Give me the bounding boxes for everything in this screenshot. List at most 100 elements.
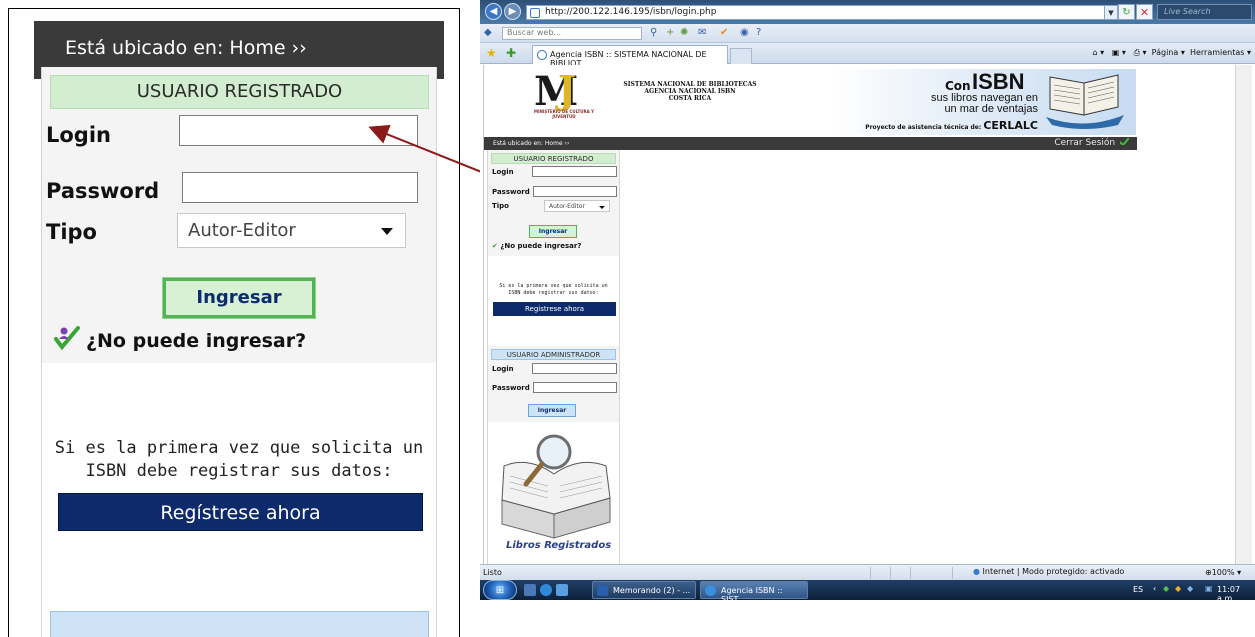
url-dropdown-icon[interactable]: ▼ xyxy=(1104,5,1118,20)
zone-text: Internet | Modo protegido: activado xyxy=(982,567,1125,576)
url-text: http://200.122.146.195/isbn/login.php xyxy=(545,7,717,17)
page-registered-title: USUARIO REGISTRADO xyxy=(491,153,616,164)
taskbar-item-label: Agencia ISBN :: SIST... xyxy=(721,586,783,604)
ie-tab-icon xyxy=(537,50,547,60)
tray-expand-icon[interactable]: ‹ xyxy=(1153,584,1156,593)
help-icon[interactable]: ? xyxy=(756,27,761,38)
organization-name: SISTEMA NACIONAL DE BIBLIOTECAS AGENCIA … xyxy=(600,81,780,102)
ie-icon xyxy=(705,585,716,596)
admin-password-label: Password xyxy=(492,384,530,392)
info-line-2: ISBN debe registrar sus datos: xyxy=(85,461,393,481)
admin-ingresar-button[interactable]: Ingresar xyxy=(528,404,576,417)
url-bar[interactable]: http://200.122.146.195/isbn/login.php xyxy=(526,5,1106,20)
tray-volume-icon[interactable]: ▣ xyxy=(1205,584,1213,593)
org-line-3: COSTA RICA xyxy=(668,95,712,102)
print-icon[interactable]: ⎙ ▾ xyxy=(1134,48,1147,57)
live-search-input[interactable]: Live Search xyxy=(1157,4,1252,20)
admin-login-label: Login xyxy=(492,365,514,373)
stop-icon[interactable]: ✕ xyxy=(1136,4,1153,20)
windows-taskbar: ⊞ Memorando (2) - ... Agencia ISBN :: SI… xyxy=(480,580,1255,604)
favorites-star-icon[interactable]: ★ xyxy=(486,46,497,60)
page-banner: M J MINISTERIO DE CULTURA Y JUVENTUD SIS… xyxy=(484,65,1137,137)
close-session-link[interactable]: Cerrar Sesión xyxy=(1054,138,1129,148)
help-link[interactable]: ¿No puede ingresar? xyxy=(54,325,306,352)
ingresar-button[interactable]: Ingresar xyxy=(162,277,316,319)
page-register-now-button[interactable]: Registrese ahora xyxy=(493,302,616,316)
tipo-select[interactable]: Autor-Editor xyxy=(177,213,406,248)
tray-shield-icon[interactable]: ◆ xyxy=(1163,584,1169,593)
command-bar-right: ⌂ ▾ ▣ ▾ ⎙ ▾ Página ▾ Herramientas ▾ xyxy=(1092,48,1251,57)
page-registered-user-form: USUARIO REGISTRADO Login Password Tipo A… xyxy=(488,150,619,256)
taskbar-item-memorando[interactable]: Memorando (2) - ... xyxy=(592,581,696,599)
sidebar-column: USUARIO REGISTRADO Login Password Tipo A… xyxy=(41,67,437,637)
login-label: Login xyxy=(46,123,111,147)
switch-windows-icon[interactable] xyxy=(556,584,568,596)
zoomed-login-panel: Está ubicado en: Home ›› USUARIO REGISTR… xyxy=(8,8,460,637)
add-favorite-icon[interactable]: ✚ xyxy=(506,46,516,60)
mail-icon[interactable]: ✉ xyxy=(698,27,706,38)
mcj-logo: M J MINISTERIO DE CULTURA Y JUVENTUD xyxy=(534,67,594,122)
ie-page-icon xyxy=(530,8,540,18)
tipo-label: Tipo xyxy=(46,220,97,244)
plus-icon[interactable]: + xyxy=(666,27,674,38)
taskbar-item-agencia[interactable]: Agencia ISBN :: SIST... xyxy=(700,581,808,604)
dropdown-caret-icon xyxy=(381,228,393,235)
tray-network-icon[interactable]: ◆ xyxy=(1175,584,1181,593)
circle-icon[interactable]: ◉ xyxy=(740,27,749,38)
tray-app-icon[interactable]: ◆ xyxy=(1187,584,1193,593)
admin-user-form: USUARIO ADMINISTRADOR Login Password Ing… xyxy=(488,346,619,422)
registered-books-illustration xyxy=(501,434,611,539)
registered-user-title: USUARIO REGISTRADO xyxy=(50,75,429,109)
back-icon[interactable]: ◀ xyxy=(485,3,502,20)
search-icon[interactable]: ⚲ xyxy=(650,27,657,38)
admin-password-input[interactable] xyxy=(533,382,617,393)
home-icon[interactable]: ⌂ ▾ xyxy=(1093,48,1105,57)
show-desktop-icon[interactable] xyxy=(524,584,536,596)
checkmark-icon[interactable]: ✔ xyxy=(720,27,728,38)
forward-icon[interactable]: ▶ xyxy=(504,3,521,20)
zoom-level[interactable]: ⊕100% ▾ xyxy=(1205,568,1241,577)
org-line-1: SISTEMA NACIONAL DE BIBLIOTECAS xyxy=(623,81,757,88)
page-check-person-icon: ✔ xyxy=(492,242,498,250)
ad-project-label: Proyecto de asistencia técnica de: xyxy=(865,124,982,131)
logo-j-glyph: J xyxy=(558,67,576,112)
page-help-link[interactable]: ✔ ¿No puede ingresar? xyxy=(492,242,581,250)
zoom-icon: ⊕ xyxy=(1205,568,1212,577)
registered-books-label: Libros Registrados xyxy=(506,540,612,551)
refresh-icon[interactable]: ↻ xyxy=(1118,4,1135,20)
web-search-input[interactable]: Buscar web... xyxy=(502,27,642,40)
clock[interactable]: 11:07 a.m. xyxy=(1217,585,1255,603)
page-login-input[interactable] xyxy=(532,166,617,177)
page-help-label: ¿No puede ingresar? xyxy=(500,242,582,250)
info-line-1: Si es la primera vez que solicita un xyxy=(54,438,424,458)
password-input[interactable] xyxy=(182,172,418,203)
login-input[interactable] xyxy=(179,115,418,146)
zoom-value: 100% xyxy=(1211,568,1235,577)
page-ingresar-button[interactable]: Ingresar xyxy=(529,225,577,238)
gear-icon[interactable]: ✺ xyxy=(680,27,688,38)
page-menu[interactable]: Página xyxy=(1152,48,1179,57)
help-link-label: ¿No puede ingresar? xyxy=(86,330,307,352)
new-tab-button[interactable] xyxy=(730,48,752,64)
tab-agencia-isbn[interactable]: Agencia ISBN :: SISTEMA NACIONAL DE BIBL… xyxy=(532,45,728,68)
tools-menu[interactable]: Herramientas xyxy=(1190,48,1245,57)
admin-login-input[interactable] xyxy=(532,363,617,374)
page-breadcrumb-bar: Está ubicado en: Home ›› Cerrar Sesión xyxy=(484,137,1137,150)
toolbar-row: ◆ Buscar web... ⚲ + ✺ ✉ ✔ ◉ ? xyxy=(480,24,1255,43)
status-divider xyxy=(952,567,953,579)
language-indicator[interactable]: ES xyxy=(1133,585,1143,594)
composite-screenshot: Está ubicado en: Home ›› USUARIO REGISTR… xyxy=(0,0,1255,637)
close-session-label: Cerrar Sesión xyxy=(1054,138,1116,148)
vertical-scrollbar[interactable] xyxy=(1235,65,1252,564)
admin-title: USUARIO ADMINISTRADOR xyxy=(491,349,616,360)
page-password-input[interactable] xyxy=(533,186,617,197)
ie-quicklaunch-icon[interactable] xyxy=(540,584,552,596)
system-tray: ES ‹ ◆ ◆ ◆ ▣ 11:07 a.m. xyxy=(1125,580,1255,603)
register-now-button[interactable]: Regístrese ahora xyxy=(58,493,423,531)
page-tipo-select[interactable]: Autor-Editor xyxy=(544,200,610,212)
start-button[interactable]: ⊞ xyxy=(483,580,517,600)
page-first-time-info: Si es la primera vez que solicita un ISB… xyxy=(488,283,619,297)
zone-indicator[interactable]: ● Internet | Modo protegido: activado xyxy=(973,567,1124,576)
feeds-icon[interactable]: ▣ ▾ xyxy=(1112,48,1126,57)
page-info-line-2: ISBN debe registrar sus datos: xyxy=(508,290,599,296)
